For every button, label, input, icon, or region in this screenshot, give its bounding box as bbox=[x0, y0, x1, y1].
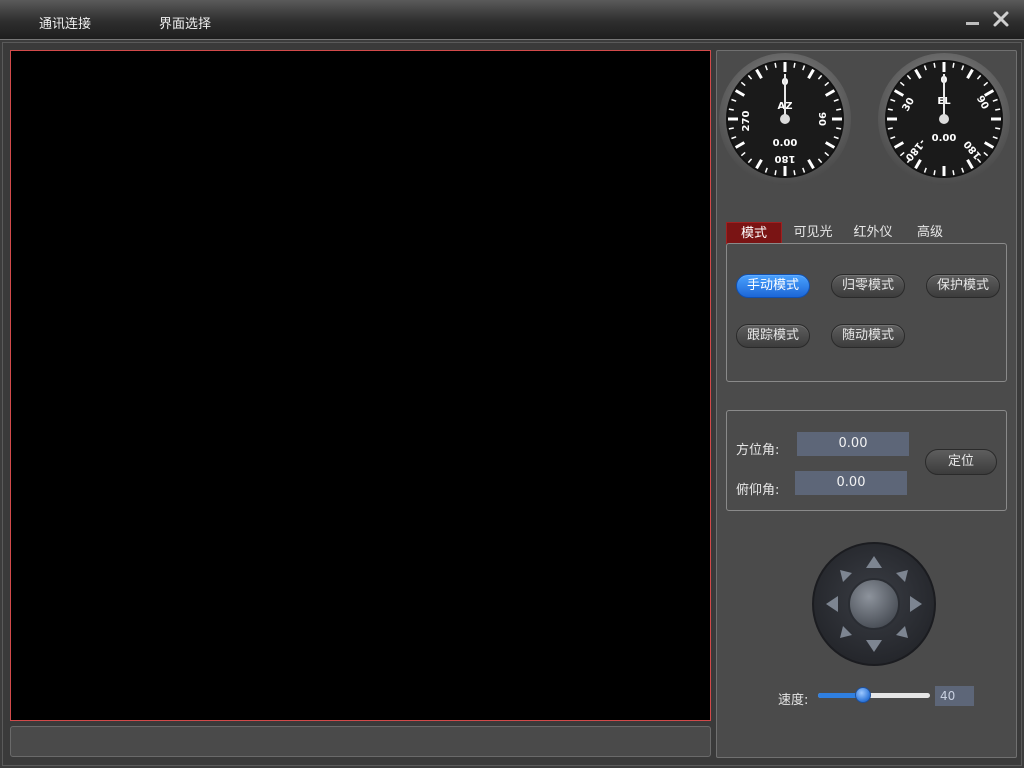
follow-mode-button[interactable]: 随动模式 bbox=[831, 324, 905, 348]
manual-mode-button[interactable]: 手动模式 bbox=[736, 274, 810, 298]
gauge-tick bbox=[933, 62, 936, 68]
direction-pad[interactable] bbox=[812, 542, 936, 666]
locate-button[interactable]: 定位 bbox=[925, 449, 997, 475]
zero-mode-button[interactable]: 归零模式 bbox=[831, 274, 905, 298]
joystick-knob[interactable] bbox=[848, 578, 900, 630]
tab-advanced[interactable]: 高级 bbox=[910, 222, 950, 244]
gauge-tick bbox=[793, 170, 796, 176]
gauge-tick bbox=[995, 108, 1001, 111]
tab-visible-light[interactable]: 可见光 bbox=[788, 222, 838, 244]
video-display[interactable] bbox=[10, 50, 711, 721]
gauge-tick bbox=[728, 127, 734, 130]
az-gauge-label-90: 90 bbox=[816, 112, 827, 126]
menu-interface-select[interactable]: 界面选择 bbox=[159, 13, 211, 32]
az-gauge-label-270: 270 bbox=[741, 111, 752, 132]
gauge-tick bbox=[887, 127, 893, 130]
elevation-gauge: 0 30 90 180 -180 EL 0.00 bbox=[877, 52, 1011, 186]
gauge-tick bbox=[952, 62, 955, 68]
azimuth-gauge: 0 90 180 270 AZ 0.00 bbox=[718, 52, 852, 186]
gauge-tick bbox=[728, 108, 734, 111]
minimize-icon[interactable] bbox=[964, 10, 982, 28]
az-gauge-label-180: 180 bbox=[775, 153, 796, 164]
tab-mode[interactable]: 模式 bbox=[726, 222, 782, 244]
mode-group bbox=[726, 243, 1007, 382]
elevation-label: 俯仰角: bbox=[736, 483, 780, 498]
gauge-tick bbox=[793, 62, 796, 68]
gauge-tick bbox=[836, 127, 842, 130]
azimuth-input[interactable]: 0.00 bbox=[797, 432, 909, 456]
speed-label: 速度: bbox=[778, 693, 809, 708]
status-bar bbox=[10, 726, 711, 757]
gauge-tick bbox=[952, 170, 955, 176]
speed-value-field[interactable]: 40 bbox=[935, 686, 974, 706]
speed-slider[interactable] bbox=[818, 687, 930, 703]
az-gauge-value: 0.00 bbox=[773, 138, 798, 149]
el-gauge-value: 0.00 bbox=[932, 133, 957, 144]
menu-comm-connect[interactable]: 通讯连接 bbox=[39, 13, 91, 32]
gauge-tick bbox=[836, 108, 842, 111]
gauge-tick bbox=[887, 108, 893, 111]
track-mode-button[interactable]: 跟踪模式 bbox=[736, 324, 810, 348]
title-bar: 通讯连接 界面选择 bbox=[0, 0, 1024, 40]
close-icon[interactable] bbox=[992, 10, 1010, 28]
gauge-tick bbox=[933, 170, 936, 176]
tab-infrared[interactable]: 红外仪 bbox=[848, 222, 898, 244]
elevation-input[interactable]: 0.00 bbox=[795, 471, 907, 495]
protect-mode-button[interactable]: 保护模式 bbox=[926, 274, 1000, 298]
gauge-tick bbox=[774, 62, 777, 68]
gauge-tick bbox=[995, 127, 1001, 130]
azimuth-label: 方位角: bbox=[736, 443, 780, 458]
gauge-tick bbox=[774, 170, 777, 176]
speed-slider-handle[interactable] bbox=[854, 687, 871, 703]
